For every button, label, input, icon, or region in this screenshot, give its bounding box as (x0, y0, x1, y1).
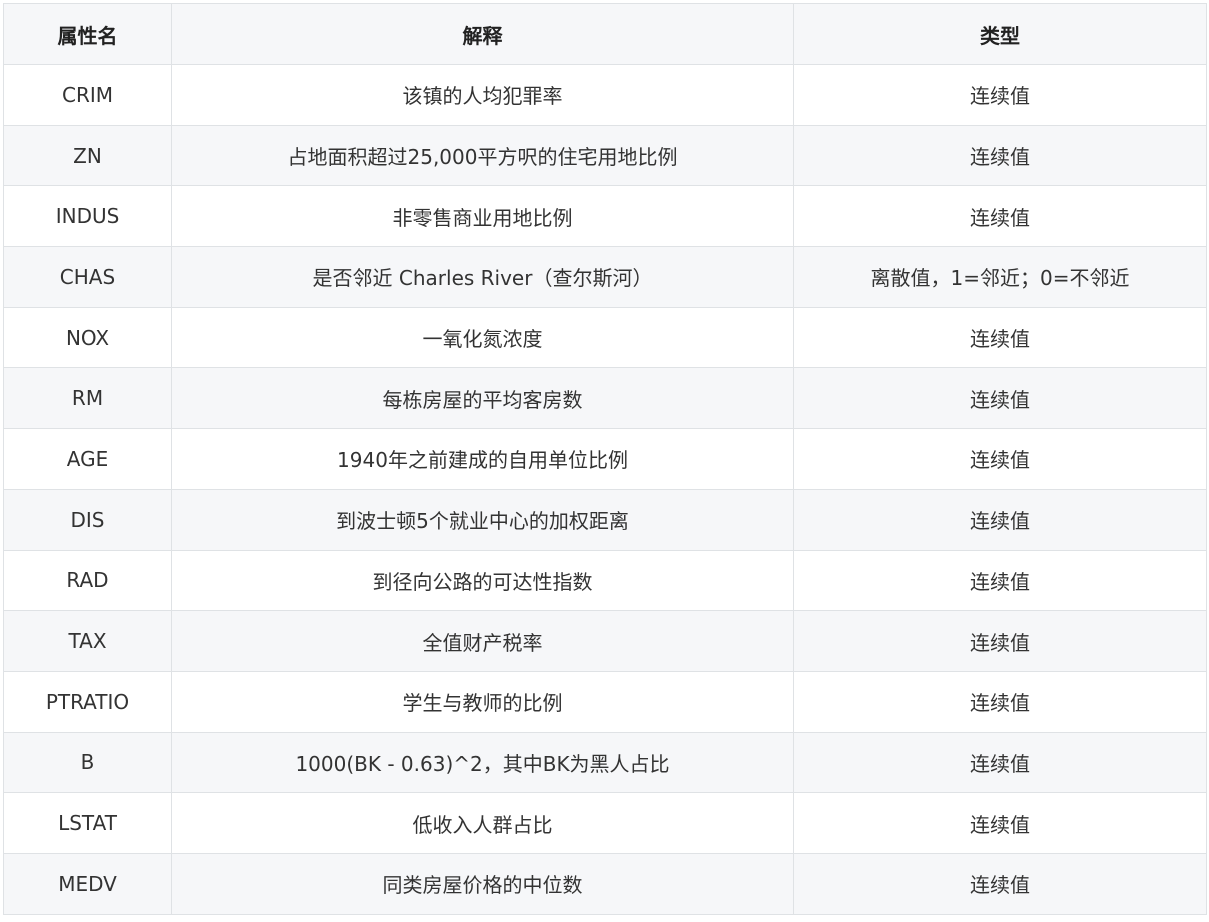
attribute-table: 属性名 解释 类型 CRIM 该镇的人均犯罪率 连续值 ZN 占地面积超过25,… (3, 3, 1207, 915)
table-row: ZN 占地面积超过25,000平方呎的住宅用地比例 连续值 (3, 124, 1207, 187)
cell-explanation: 学生与教师的比例 (171, 670, 794, 733)
cell-type: 连续值 (793, 670, 1207, 733)
cell-attribute-name: MEDV (3, 852, 172, 915)
cell-explanation: 非零售商业用地比例 (171, 185, 794, 248)
table-row: CRIM 该镇的人均犯罪率 连续值 (3, 64, 1207, 126)
cell-explanation: 到波士顿5个就业中心的加权距离 (171, 488, 794, 551)
table-row: MEDV 同类房屋价格的中位数 连续值 (3, 852, 1207, 915)
cell-attribute-name: NOX (3, 306, 172, 369)
cell-type: 离散值，1=邻近；0=不邻近 (793, 246, 1207, 308)
cell-type: 连续值 (793, 124, 1207, 187)
cell-type: 连续值 (793, 610, 1207, 672)
cell-attribute-name: CRIM (3, 64, 172, 126)
table-row: DIS 到波士顿5个就业中心的加权距离 连续值 (3, 488, 1207, 551)
table-row: NOX 一氧化氮浓度 连续值 (3, 306, 1207, 369)
cell-type: 连续值 (793, 185, 1207, 248)
header-explanation: 解释 (171, 3, 794, 65)
cell-explanation: 一氧化氮浓度 (171, 306, 794, 369)
cell-explanation: 同类房屋价格的中位数 (171, 852, 794, 915)
table-body: CRIM 该镇的人均犯罪率 连续值 ZN 占地面积超过25,000平方呎的住宅用… (3, 64, 1207, 915)
attribute-table-container: 属性名 解释 类型 CRIM 该镇的人均犯罪率 连续值 ZN 占地面积超过25,… (3, 3, 1207, 915)
cell-type: 连续值 (793, 367, 1207, 430)
cell-explanation: 全值财产税率 (171, 610, 794, 672)
table-row: INDUS 非零售商业用地比例 连续值 (3, 185, 1207, 248)
cell-attribute-name: RM (3, 367, 172, 430)
table-row: RAD 到径向公路的可达性指数 连续值 (3, 549, 1207, 612)
cell-type: 连续值 (793, 731, 1207, 794)
header-attribute-name: 属性名 (3, 3, 172, 65)
header-row: 属性名 解释 类型 (3, 3, 1207, 65)
cell-attribute-name: INDUS (3, 185, 172, 248)
cell-attribute-name: TAX (3, 610, 172, 672)
cell-explanation: 每栋房屋的平均客房数 (171, 367, 794, 430)
cell-explanation: 占地面积超过25,000平方呎的住宅用地比例 (171, 124, 794, 187)
table-row: LSTAT 低收入人群占比 连续值 (3, 792, 1207, 854)
cell-type: 连续值 (793, 488, 1207, 551)
table-header: 属性名 解释 类型 (3, 3, 1207, 65)
table-row: RM 每栋房屋的平均客房数 连续值 (3, 367, 1207, 430)
table-row: B 1000(BK - 0.63)^2，其中BK为黑人占比 连续值 (3, 731, 1207, 794)
table-row: TAX 全值财产税率 连续值 (3, 610, 1207, 672)
cell-attribute-name: ZN (3, 124, 172, 187)
cell-explanation: 低收入人群占比 (171, 792, 794, 854)
cell-type: 连续值 (793, 549, 1207, 612)
cell-attribute-name: LSTAT (3, 792, 172, 854)
table-row: PTRATIO 学生与教师的比例 连续值 (3, 670, 1207, 733)
cell-type: 连续值 (793, 428, 1207, 490)
cell-type: 连续值 (793, 306, 1207, 369)
cell-explanation: 1000(BK - 0.63)^2，其中BK为黑人占比 (171, 731, 794, 794)
cell-explanation: 1940年之前建成的自用单位比例 (171, 428, 794, 490)
cell-attribute-name: AGE (3, 428, 172, 490)
cell-type: 连续值 (793, 852, 1207, 915)
table-row: AGE 1940年之前建成的自用单位比例 连续值 (3, 428, 1207, 490)
cell-attribute-name: RAD (3, 549, 172, 612)
cell-attribute-name: CHAS (3, 246, 172, 308)
cell-explanation: 该镇的人均犯罪率 (171, 64, 794, 126)
cell-attribute-name: PTRATIO (3, 670, 172, 733)
cell-attribute-name: B (3, 731, 172, 794)
cell-type: 连续值 (793, 64, 1207, 126)
table-row: CHAS 是否邻近 Charles River（查尔斯河） 离散值，1=邻近；0… (3, 246, 1207, 308)
header-type: 类型 (793, 3, 1207, 65)
cell-type: 连续值 (793, 792, 1207, 854)
cell-attribute-name: DIS (3, 488, 172, 551)
cell-explanation: 到径向公路的可达性指数 (171, 549, 794, 612)
cell-explanation: 是否邻近 Charles River（查尔斯河） (171, 246, 794, 308)
